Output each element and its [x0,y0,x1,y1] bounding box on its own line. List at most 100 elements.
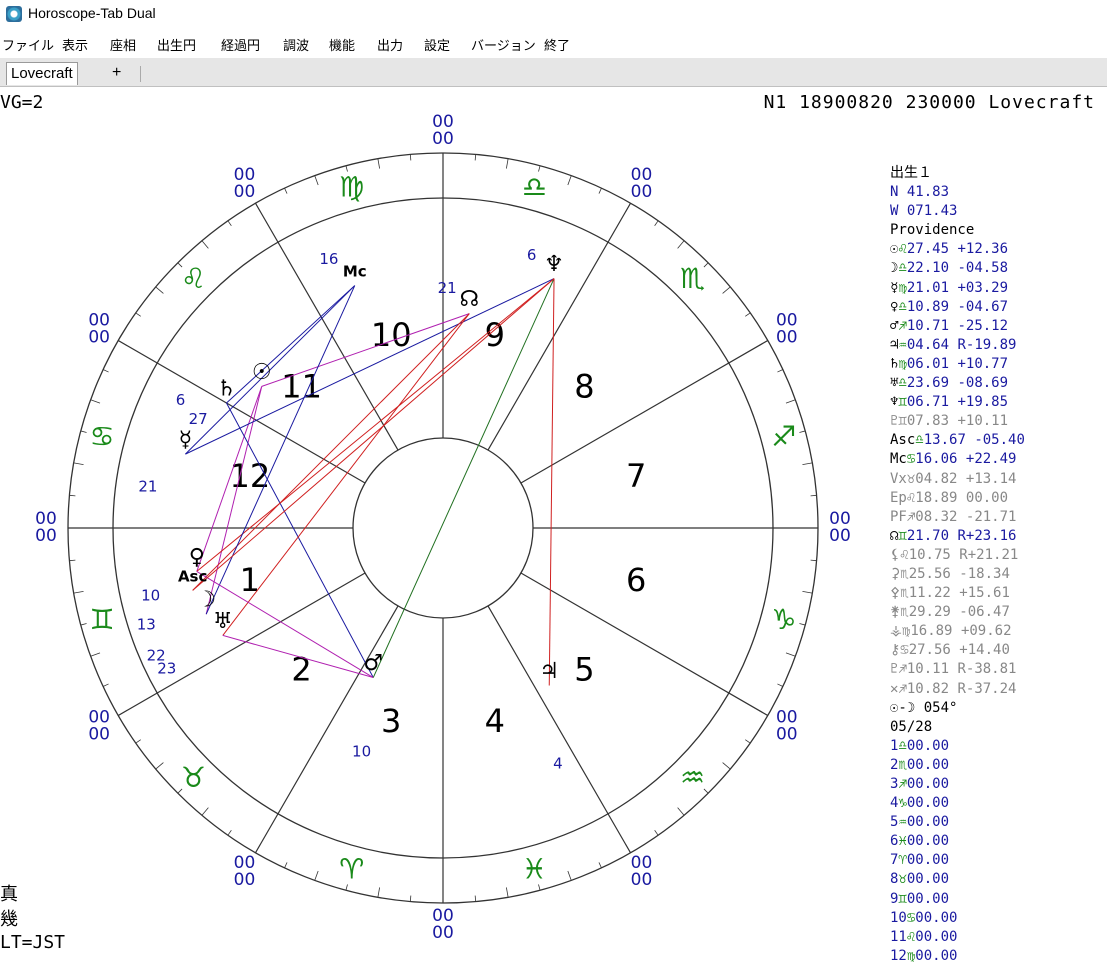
planet-longitude: 10.75 [908,546,951,563]
menu-transit[interactable]: 経過円 [221,35,260,54]
house-cusp-degree: 00.00 [915,909,958,926]
house-cusp-degree: 00.00 [906,814,950,831]
planet-symbol-icon: PF [890,508,907,525]
sign-icon: ♈ [898,852,907,869]
position-panel: 出生１ N 41.83 W 071.43 Providence ☉♌27.45 +12.… [890,164,1107,966]
horoscope-wheel[interactable]: 0000000000000000000000000000000000000000… [0,110,880,962]
planet-longitude: 22.10 [906,260,950,277]
degree-tick [73,462,84,466]
house-cusp-degree: 00.00 [906,795,950,812]
house-number: 5 [574,650,594,688]
sign-icon: ♎ [898,298,907,315]
planet-longitude: 16.89 [910,623,953,640]
degree-tick [677,807,685,816]
planet-row: ♆♊06.71 +19.85 [890,393,1107,412]
house-cusp-degree: 00.00 [906,756,950,773]
degree-tick [567,175,572,186]
planet-declination: -18.34 [959,565,1010,582]
status-true: 真 [0,884,18,905]
degree-tick [474,895,477,902]
planet-longitude: 16.06 [915,451,958,468]
planet-glyph-4: Asc [178,567,207,585]
planet-row: Vx♉04.82 +13.14 [890,470,1107,489]
menu-function[interactable]: 機能 [329,35,355,54]
degree-tick [80,430,87,433]
menu-aspects[interactable]: 座相 [110,35,136,54]
planet-declination: -04.67 [957,298,1009,315]
sign-icon: ♏ [900,565,909,582]
degree-tick [785,399,796,404]
house-cusp-degree: 00.00 [906,833,950,850]
planet-symbol-icon: Mc [890,451,907,468]
aspect-line [261,313,470,387]
planet-longitude: 10.82 [906,680,950,697]
zodiac-sign-icon: ♌ [181,262,206,295]
zodiac-sign-icon: ♋ [89,420,114,453]
planet-row: ♀♎10.89 -04.67 [890,298,1107,317]
house-cusp-number: 11 [890,928,907,945]
degree-tick [799,430,806,433]
degree-tick [69,559,76,562]
sign-icon: ♒ [898,814,907,831]
moon-phase-angle: ☉-☽ 054° [890,699,958,716]
cusp-degree-label: 00 [88,725,110,745]
house-number: 10 [371,316,412,354]
planet-row: ♂♐10.71 -25.12 [890,317,1107,336]
menu-bar: ファイル 表示 座相 出生円 経過円 調波 機能 出力 設定 バージョン 終了 [0,32,1107,56]
planet-row: ♇♐10.11 R-38.81 [890,660,1107,679]
tab-divider [140,66,141,82]
panel-header-text: Providence [890,222,975,239]
planet-degree-label: 21 [138,478,157,496]
zodiac-sign-icon: ♒ [680,761,705,794]
planet-declination: R+23.16 [957,527,1017,544]
menu-view[interactable]: 表示 [62,35,88,54]
planet-declination: +03.29 [957,279,1009,296]
title-bar: Horoscope-Tab Dual [0,0,1107,28]
planet-row: Mc♋16.06 +22.49 [890,450,1107,469]
house-cusp-row: 12♍00.00 [890,947,1107,966]
degree-tick [722,762,731,770]
zodiac-sign-icon: ♓ [522,852,547,885]
tab-lovecraft[interactable]: Lovecraft [6,62,78,85]
planet-row: ☽♎22.10 -04.58 [890,259,1107,278]
degree-tick [73,590,84,594]
planet-glyph-9: ♆ [544,252,564,277]
degree-tick [777,683,784,687]
planet-longitude: 11.22 [908,585,951,602]
menu-output[interactable]: 出力 [377,35,403,54]
house-cusp-row: 11♌00.00 [890,928,1107,947]
add-tab-button[interactable]: + [108,62,125,84]
planet-row: ⚳♏25.56 -18.34 [890,565,1107,584]
planet-longitude: 10.89 [906,298,950,315]
house-cusp-degree: 00.00 [915,928,958,945]
house-cusp-degree: 00.00 [906,871,950,888]
sign-icon: ♎ [898,260,907,277]
house-cusp-row: 5♒00.00 [890,813,1107,832]
degree-tick [799,623,806,626]
panel-header-line: W 071.43 [890,202,1107,221]
degree-tick [201,240,209,249]
planet-degree-label: 13 [137,615,156,633]
menu-version[interactable]: バージョン [471,35,536,54]
cusp-degree-label: 00 [88,328,110,348]
planet-degree-label: 10 [141,586,160,604]
degree-tick [90,652,101,657]
planet-declination: -04.58 [957,260,1009,277]
planet-degree-label: 23 [157,660,176,678]
planet-degree-label: 10 [352,743,371,761]
house-cusp-degree: 00.00 [906,776,950,792]
menu-exit[interactable]: 終了 [544,35,570,54]
planet-degree-label: 21 [438,279,457,297]
menu-natal[interactable]: 出生円 [157,35,196,54]
menu-harmonic[interactable]: 調波 [283,35,309,54]
menu-settings[interactable]: 設定 [424,35,450,54]
sign-icon: ♏ [900,585,909,602]
aspect-line [185,278,555,455]
menu-file[interactable]: ファイル [2,35,54,54]
house-cusp-row: 4♑00.00 [890,794,1107,813]
cusp-degree-label: 00 [432,129,454,149]
planet-declination: +10.11 [957,413,1009,430]
planet-glyph-6: ♅ [213,609,233,634]
status-geometric: 幾 [0,909,18,930]
